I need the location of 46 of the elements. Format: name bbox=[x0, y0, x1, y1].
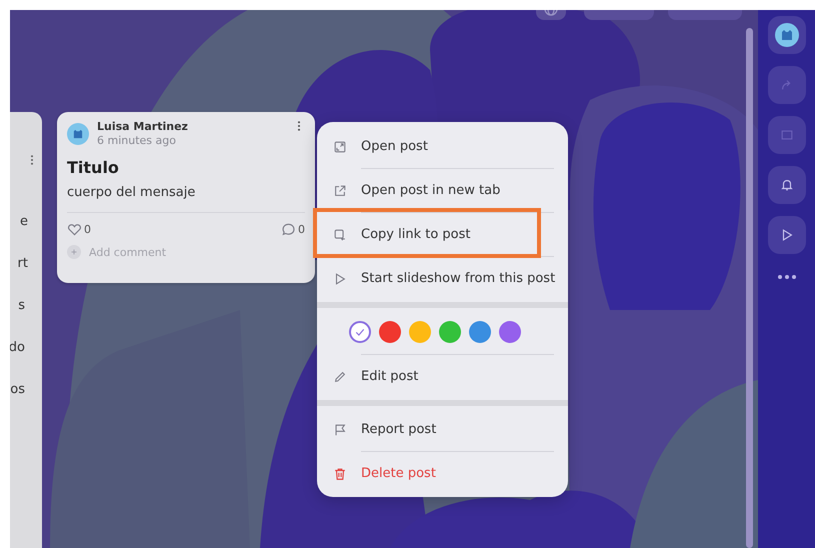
like-count: 0 bbox=[84, 223, 91, 236]
trash-icon bbox=[333, 466, 347, 480]
plus-icon bbox=[67, 245, 81, 259]
play-icon bbox=[333, 272, 347, 286]
share-icon bbox=[780, 78, 794, 92]
color-swatch[interactable] bbox=[378, 321, 400, 343]
notification-button[interactable] bbox=[768, 166, 806, 204]
bell-icon bbox=[780, 178, 794, 192]
menu-item[interactable]: Report post bbox=[317, 408, 568, 451]
play-button[interactable] bbox=[768, 216, 806, 254]
post-time: 6 minutes ago bbox=[97, 134, 177, 148]
menu-item[interactable]: Start slideshow from this post bbox=[317, 257, 568, 300]
pencil-icon bbox=[333, 370, 347, 384]
external-link-icon bbox=[333, 184, 347, 198]
more-icon[interactable] bbox=[778, 274, 796, 280]
post-card[interactable]: Luisa Martinez 6 minutes ago Titulo cuerpo del mensaje 0 0 Add comment bbox=[57, 112, 315, 283]
menu-item[interactable]: Open post in new tab bbox=[317, 169, 568, 212]
comment-icon bbox=[281, 222, 296, 237]
cut-text: s bbox=[18, 298, 25, 314]
heart-icon bbox=[67, 222, 82, 237]
comment-field[interactable]: Add comment bbox=[89, 246, 209, 258]
cut-text: os bbox=[10, 382, 25, 398]
color-swatch[interactable] bbox=[498, 321, 520, 343]
author-name: Luisa Martinez bbox=[97, 120, 189, 134]
avatar-button[interactable] bbox=[768, 16, 806, 54]
menu-item[interactable]: Delete post bbox=[317, 452, 568, 495]
comment-count: 0 bbox=[298, 223, 305, 236]
frame-button[interactable] bbox=[768, 116, 806, 154]
menu-item[interactable]: Open post bbox=[317, 125, 568, 168]
menu-item[interactable]: Edit post bbox=[317, 355, 568, 398]
cut-text: rt bbox=[18, 256, 28, 272]
menu-item[interactable]: Copy link to post bbox=[317, 213, 568, 256]
post-body: cuerpo del mensaje bbox=[67, 184, 305, 213]
cut-text: e bbox=[20, 214, 28, 230]
color-swatch[interactable] bbox=[438, 321, 460, 343]
avatar-icon bbox=[67, 123, 89, 145]
flag-icon bbox=[333, 422, 347, 436]
color-swatch[interactable] bbox=[348, 321, 370, 343]
square-icon bbox=[780, 128, 794, 142]
expand-icon bbox=[333, 140, 347, 154]
scrollbar[interactable] bbox=[746, 28, 753, 548]
post-title: Titulo bbox=[67, 158, 120, 178]
avatar-icon bbox=[774, 23, 798, 47]
color-swatch[interactable] bbox=[468, 321, 490, 343]
link-icon bbox=[333, 228, 347, 242]
color-swatch[interactable] bbox=[408, 321, 430, 343]
